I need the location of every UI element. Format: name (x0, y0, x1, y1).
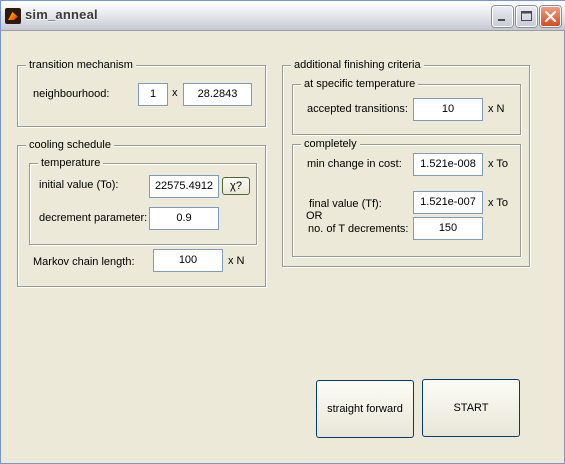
matlab-icon (5, 8, 21, 24)
title-bar[interactable]: sim_anneal (1, 1, 565, 31)
decrement-parameter-field[interactable]: 0.9 (149, 207, 219, 230)
min-change-unit-label: x To (488, 158, 508, 170)
transition-mechanism-title: transition mechanism (26, 58, 136, 72)
accepted-transitions-field[interactable]: 10 (413, 98, 483, 121)
maximize-icon (521, 11, 532, 21)
final-value-unit-label: x To (488, 197, 508, 209)
min-change-label: min change in cost: (307, 158, 402, 170)
accepted-unit-label: x N (488, 103, 505, 115)
markov-chain-length-label: Markov chain length: (33, 256, 135, 268)
close-icon (544, 10, 557, 23)
at-specific-temperature-title: at specific temperature (301, 77, 419, 91)
maximize-button[interactable] (516, 6, 537, 27)
neighbourhood-value-field[interactable]: 28.2843 (183, 83, 252, 106)
straight-forward-button[interactable]: straight forward (316, 380, 414, 438)
sim-anneal-window: sim_anneal transition mechanism neighbou… (0, 0, 565, 464)
times-symbol: x (172, 87, 178, 99)
final-value-field[interactable]: 1.521e-007 (413, 191, 483, 214)
accepted-transitions-label: accepted transitions: (307, 103, 408, 115)
or-label: OR (306, 210, 323, 222)
initial-value-field[interactable]: 22575.4912 (149, 175, 219, 198)
finishing-criteria-title: additional finishing criteria (291, 58, 424, 72)
temperature-title: temperature (38, 156, 104, 170)
minimize-button[interactable] (492, 6, 513, 27)
markov-unit-label: x N (228, 255, 245, 267)
temperature-panel: temperature (29, 156, 257, 245)
completely-title: completely (301, 137, 360, 151)
minimize-icon (498, 19, 505, 21)
neighbourhood-multiplier-field[interactable]: 1 (138, 83, 168, 106)
t-decrements-field[interactable]: 150 (413, 217, 483, 240)
decrement-parameter-label: decrement parameter: (39, 212, 148, 224)
cooling-schedule-title: cooling schedule (26, 138, 114, 152)
initial-value-label: initial value (To): (39, 179, 119, 191)
markov-chain-length-field[interactable]: 100 (153, 249, 223, 272)
window-title: sim_anneal (25, 7, 98, 22)
neighbourhood-label: neighbourhood: (33, 88, 110, 100)
min-change-field[interactable]: 1.521e-008 (413, 153, 483, 176)
chi-button[interactable]: χ? (222, 177, 250, 195)
close-button[interactable] (540, 6, 561, 27)
t-decrements-label: no. of T decrements: (308, 223, 409, 235)
start-button[interactable]: START (422, 379, 520, 437)
